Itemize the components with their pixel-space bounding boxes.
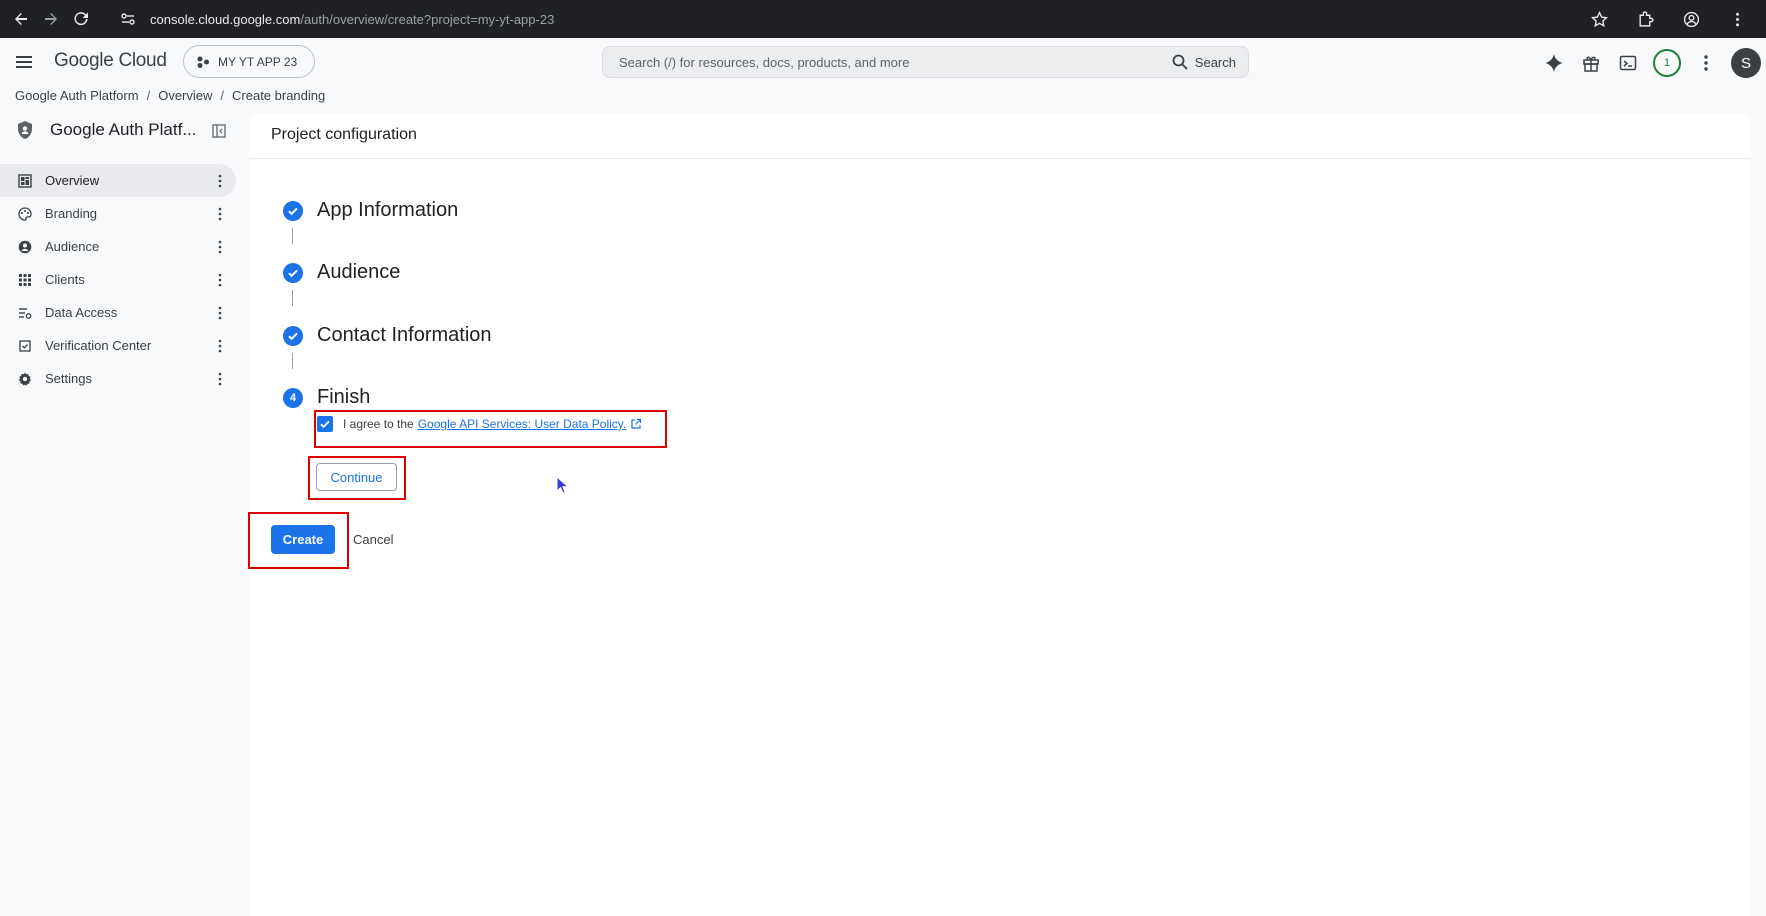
breadcrumb-item: Create branding bbox=[232, 88, 326, 103]
search-bar[interactable]: Search bbox=[602, 46, 1249, 78]
hamburger-menu-icon[interactable] bbox=[14, 52, 34, 72]
breadcrumb-item[interactable]: Overview bbox=[158, 88, 212, 103]
sidebar-item-verification-center[interactable]: Verification Center bbox=[0, 329, 236, 362]
sidebar-item-label: Settings bbox=[45, 371, 92, 386]
sidebar-item-label: Branding bbox=[45, 206, 98, 221]
sidebar-item-label: Clients bbox=[45, 272, 85, 287]
sidebar-item-label: Audience bbox=[45, 239, 100, 254]
cloud-shell-icon[interactable] bbox=[1616, 51, 1640, 75]
title-divider bbox=[249, 158, 1751, 159]
search-button[interactable]: Search bbox=[1171, 53, 1236, 71]
step-connector bbox=[292, 290, 293, 306]
step-label: Finish bbox=[317, 386, 371, 408]
highlight-create bbox=[248, 512, 349, 569]
sidebar: Google Auth Platf... Overview Branding A… bbox=[0, 112, 240, 916]
gift-icon[interactable] bbox=[1579, 51, 1603, 75]
sidebar-item-data-access[interactable]: Data Access bbox=[0, 296, 236, 329]
palette-icon bbox=[17, 206, 33, 222]
avatar[interactable]: S bbox=[1731, 48, 1761, 78]
breadcrumb-separator: / bbox=[220, 88, 225, 103]
url-text: console.cloud.google.com/auth/overview/c… bbox=[150, 11, 555, 27]
step-number: 4 bbox=[283, 387, 303, 408]
sidebar-item-clients[interactable]: Clients bbox=[0, 263, 236, 296]
bookmark-star-icon[interactable] bbox=[1588, 8, 1610, 30]
search-input[interactable] bbox=[619, 54, 1171, 70]
sidebar-item-settings[interactable]: Settings bbox=[0, 362, 236, 395]
google-cloud-logo[interactable]: Google Cloud bbox=[54, 50, 167, 72]
step-finish[interactable]: 4 Finish bbox=[283, 386, 370, 409]
sidebar-nav: Overview Branding Audience Clients Data … bbox=[0, 164, 236, 395]
breadcrumb: Google Auth Platform / Overview / Create… bbox=[15, 88, 325, 103]
sidebar-item-branding[interactable]: Branding bbox=[0, 197, 236, 230]
check-circle-icon bbox=[283, 325, 303, 346]
step-label: Audience bbox=[317, 261, 401, 283]
project-icon bbox=[197, 56, 209, 68]
profile-icon[interactable] bbox=[1680, 8, 1702, 30]
highlight-agree bbox=[314, 410, 667, 448]
sidebar-item-label: Overview bbox=[45, 173, 100, 188]
highlight-continue bbox=[308, 456, 406, 500]
kebab-menu-icon[interactable] bbox=[214, 371, 226, 387]
mouse-cursor-icon bbox=[556, 476, 570, 494]
sidebar-item-overview[interactable]: Overview bbox=[0, 164, 236, 197]
main-content: Project configuration App Information Au… bbox=[249, 114, 1751, 916]
browser-toolbar: console.cloud.google.com/auth/overview/c… bbox=[0, 0, 1766, 38]
dashboard-icon bbox=[17, 173, 33, 189]
data-access-icon bbox=[17, 305, 33, 321]
breadcrumb-item[interactable]: Google Auth Platform bbox=[15, 88, 139, 103]
kebab-menu-icon[interactable] bbox=[214, 338, 226, 354]
app-header: Google Cloud MY YT APP 23 Search 1 S bbox=[0, 38, 1766, 86]
search-button-label: Search bbox=[1194, 54, 1236, 70]
project-name: MY YT APP 23 bbox=[218, 54, 298, 69]
kebab-menu-icon[interactable] bbox=[214, 272, 226, 288]
sidebar-item-label: Data Access bbox=[45, 305, 118, 320]
page-title: Project configuration bbox=[271, 126, 417, 143]
reload-icon[interactable] bbox=[70, 8, 92, 30]
project-picker-button[interactable]: MY YT APP 23 bbox=[183, 45, 315, 78]
breadcrumb-separator: / bbox=[146, 88, 151, 103]
browser-menu-icon[interactable] bbox=[1726, 8, 1748, 30]
collapse-sidebar-icon[interactable] bbox=[212, 124, 226, 138]
sidebar-title: Google Auth Platf... bbox=[50, 120, 197, 139]
notifications-badge[interactable]: 1 bbox=[1653, 49, 1681, 77]
step-contact-information[interactable]: Contact Information bbox=[283, 324, 492, 347]
step-label: Contact Information bbox=[317, 324, 492, 346]
kebab-menu-icon[interactable] bbox=[214, 206, 226, 222]
sidebar-item-label: Verification Center bbox=[45, 338, 152, 353]
kebab-menu-icon[interactable] bbox=[214, 239, 226, 255]
forward-icon[interactable] bbox=[40, 8, 62, 30]
step-label: App Information bbox=[317, 199, 459, 221]
extensions-icon[interactable] bbox=[1634, 8, 1656, 30]
step-connector bbox=[292, 228, 293, 244]
more-options-icon[interactable] bbox=[1694, 51, 1718, 75]
gemini-sparkle-icon[interactable] bbox=[1542, 51, 1566, 75]
step-audience[interactable]: Audience bbox=[283, 261, 400, 284]
search-icon bbox=[1172, 54, 1188, 70]
grid-icon bbox=[17, 272, 33, 288]
person-icon bbox=[17, 239, 33, 255]
site-settings-icon[interactable] bbox=[120, 11, 136, 27]
check-circle-icon bbox=[283, 262, 303, 283]
address-bar[interactable]: console.cloud.google.com/auth/overview/c… bbox=[112, 5, 1632, 33]
kebab-menu-icon[interactable] bbox=[214, 173, 226, 189]
step-connector bbox=[292, 353, 293, 369]
check-circle-icon bbox=[283, 200, 303, 221]
back-icon[interactable] bbox=[10, 8, 32, 30]
shield-icon bbox=[18, 121, 32, 139]
sidebar-header: Google Auth Platf... bbox=[16, 120, 196, 140]
kebab-menu-icon[interactable] bbox=[214, 305, 226, 321]
gear-icon bbox=[17, 371, 33, 387]
cancel-button[interactable]: Cancel bbox=[353, 525, 393, 554]
step-app-information[interactable]: App Information bbox=[283, 199, 458, 222]
sidebar-item-audience[interactable]: Audience bbox=[0, 230, 236, 263]
verification-icon bbox=[17, 338, 33, 354]
